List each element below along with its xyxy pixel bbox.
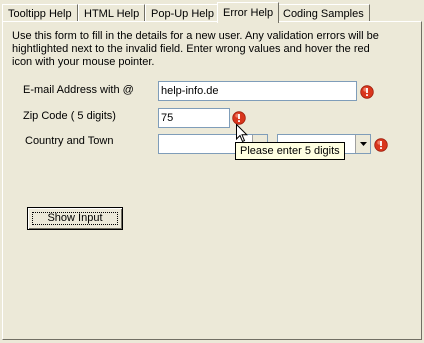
tab-error-help[interactable]: Error Help [217, 2, 280, 23]
tab-strip: Tooltipp Help HTML Help Pop-Up Help Erro… [2, 2, 422, 23]
error-exclamation-icon[interactable] [360, 85, 374, 99]
error-exclamation-icon[interactable] [374, 138, 388, 152]
tab-coding-samples[interactable]: Coding Samples [277, 4, 370, 22]
intro-text: Use this form to fill in the details for… [12, 30, 379, 68]
tab-tooltipp-help[interactable]: Tooltipp Help [2, 4, 78, 22]
email-label: E-mail Address with @ [23, 84, 134, 96]
tab-label: Coding Samples [283, 8, 364, 20]
tab-label: HTML Help [84, 8, 140, 20]
email-field[interactable]: help-info.de [158, 81, 357, 101]
chevron-down-icon[interactable] [355, 135, 370, 153]
validation-tooltip: Please enter 5 digits [235, 142, 345, 160]
tab-label: Tooltipp Help [8, 8, 72, 20]
help-window: Tooltipp Help HTML Help Pop-Up Help Erro… [0, 0, 424, 343]
country-town-label: Country and Town [25, 135, 114, 147]
error-help-page: Use this form to fill in the details for… [2, 21, 422, 340]
error-exclamation-icon[interactable] [232, 111, 246, 125]
tab-html-help[interactable]: HTML Help [78, 4, 146, 22]
tab-popup-help[interactable]: Pop-Up Help [145, 4, 220, 22]
zip-field[interactable]: 75 [158, 108, 230, 128]
tab-label: Pop-Up Help [151, 8, 214, 20]
show-input-button[interactable]: Show Input [27, 207, 123, 230]
zip-label: Zip Code ( 5 digits) [23, 110, 116, 122]
mouse-pointer-icon [236, 124, 248, 143]
tab-label: Error Help [223, 7, 274, 19]
focus-rectangle [32, 212, 118, 225]
